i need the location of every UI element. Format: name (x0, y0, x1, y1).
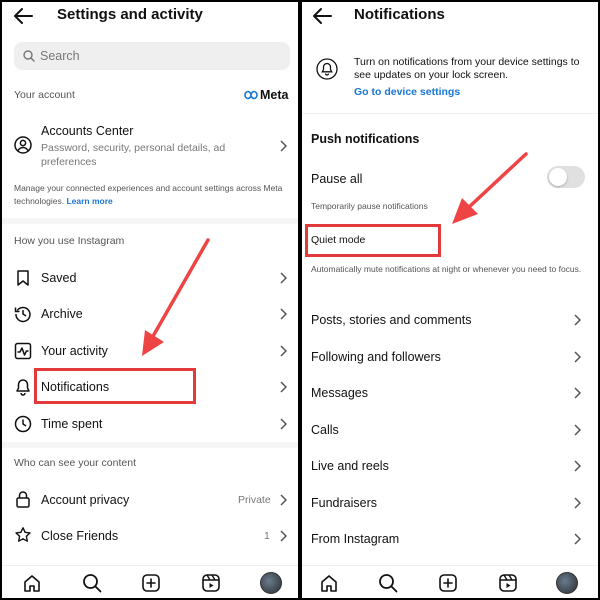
pause-all-toggle[interactable] (547, 166, 585, 188)
menu-item-label: Close Friends (41, 529, 119, 543)
pointer-arrow (142, 238, 210, 356)
chevron-right-icon (574, 351, 581, 363)
chevron-right-icon (574, 460, 581, 472)
account-circle-icon (14, 136, 32, 154)
search-placeholder: Search (40, 49, 80, 63)
chevron-right-icon (280, 494, 287, 506)
chevron-right-icon (280, 530, 287, 542)
accounts-center-subtitle: Password, security, personal details, ad… (41, 142, 226, 168)
meta-infinity-icon (244, 90, 258, 100)
manage-accounts-text: Manage your connected experiences and ac… (14, 182, 288, 208)
accounts-center-row[interactable]: Accounts Center Password, security, pers… (2, 118, 298, 174)
notif-item-label: Following and followers (311, 350, 441, 364)
notif-item-messages[interactable]: Messages (302, 378, 598, 406)
accounts-center-title: Accounts Center (41, 124, 134, 138)
home-icon[interactable] (319, 573, 339, 593)
menu-item-label: Account privacy (41, 493, 130, 507)
menu-item-label: Time spent (41, 417, 103, 431)
highlight-box-notifications (34, 368, 196, 404)
notif-item-posts[interactable]: Posts, stories and comments (302, 305, 598, 333)
menu-item-account-privacy[interactable]: Account privacy Private (2, 486, 298, 514)
notif-item-label: Fundraisers (311, 496, 377, 510)
chevron-right-icon (280, 381, 287, 393)
menu-item-label: Saved (41, 271, 77, 285)
settings-and-activity-screen: Settings and activity Search Your accoun… (2, 2, 298, 598)
bell-icon (316, 58, 338, 80)
notif-item-label: Messages (311, 386, 368, 400)
bell-icon (16, 379, 30, 396)
reels-icon[interactable] (498, 573, 518, 593)
section-divider (2, 218, 298, 224)
menu-item-label: Your activity (41, 344, 108, 358)
home-icon[interactable] (22, 573, 42, 593)
pause-all-label: Pause all (311, 172, 363, 186)
chevron-right-icon (280, 140, 287, 152)
section-divider (302, 113, 598, 114)
search-icon[interactable] (378, 573, 398, 593)
search-input[interactable]: Search (14, 42, 290, 70)
chevron-right-icon (574, 533, 581, 545)
lock-icon (16, 491, 30, 508)
section-your-account: Your account (14, 89, 75, 101)
create-icon[interactable] (141, 573, 161, 593)
device-settings-banner: Turn on notifications from your device s… (302, 46, 598, 104)
chevron-right-icon (280, 345, 287, 357)
notif-item-calls[interactable]: Calls (302, 415, 598, 443)
notif-item-live-reels[interactable]: Live and reels (302, 451, 598, 479)
menu-item-label: Archive (41, 307, 83, 321)
quiet-mode-hint: Automatically mute notifications at nigh… (311, 264, 582, 274)
back-arrow-icon[interactable] (12, 6, 34, 26)
notif-item-label: Live and reels (311, 459, 389, 473)
chevron-right-icon (280, 418, 287, 430)
star-icon (15, 527, 31, 542)
section-divider (2, 442, 298, 448)
reels-icon[interactable] (201, 573, 221, 593)
profile-avatar[interactable] (556, 572, 578, 594)
close-friends-count: 1 (264, 530, 270, 542)
clock-icon (14, 415, 32, 433)
section-how-you-use: How you use Instagram (14, 235, 125, 247)
chevron-right-icon (280, 272, 287, 284)
privacy-value: Private (238, 494, 271, 506)
notif-item-following[interactable]: Following and followers (302, 342, 598, 370)
notif-item-label: Calls (311, 423, 339, 437)
bottom-nav (302, 565, 598, 598)
chevron-right-icon (574, 387, 581, 399)
section-who-can-see: Who can see your content (14, 457, 136, 469)
menu-item-time-spent[interactable]: Time spent (2, 410, 298, 438)
profile-avatar[interactable] (260, 572, 282, 594)
notif-item-fundraisers[interactable]: Fundraisers (302, 488, 598, 516)
archive-icon (14, 306, 31, 323)
notif-item-label: Posts, stories and comments (311, 313, 472, 327)
bookmark-icon (17, 270, 29, 286)
search-icon (23, 50, 35, 62)
activity-icon (14, 342, 32, 360)
chevron-right-icon (574, 314, 581, 326)
meta-logo-text: Meta (260, 88, 289, 102)
page-title: Notifications (354, 6, 445, 23)
notif-item-from-instagram[interactable]: From Instagram (302, 524, 598, 552)
search-icon[interactable] (82, 573, 102, 593)
pause-all-hint: Temporarily pause notifications (311, 201, 428, 211)
toggle-knob (549, 168, 567, 186)
back-arrow-icon[interactable] (311, 6, 333, 26)
chevron-right-icon (574, 497, 581, 509)
banner-text: Turn on notifications from your device s… (354, 56, 580, 81)
chevron-right-icon (574, 424, 581, 436)
notif-item-label: From Instagram (311, 532, 400, 546)
go-to-device-settings-link[interactable]: Go to device settings (354, 86, 460, 98)
page-title: Settings and activity (57, 6, 203, 23)
learn-more-link[interactable]: Learn more (66, 196, 112, 206)
section-push-notifications: Push notifications (311, 132, 420, 146)
menu-item-close-friends[interactable]: Close Friends 1 (2, 522, 298, 550)
bottom-nav (2, 565, 298, 598)
pointer-arrow (452, 152, 528, 224)
chevron-right-icon (280, 308, 287, 320)
create-icon[interactable] (438, 573, 458, 593)
highlight-box-quiet-mode (305, 224, 441, 257)
notifications-screen: Notifications Turn on notifications from… (302, 2, 598, 598)
manage-text: Manage your connected experiences and ac… (14, 183, 283, 206)
